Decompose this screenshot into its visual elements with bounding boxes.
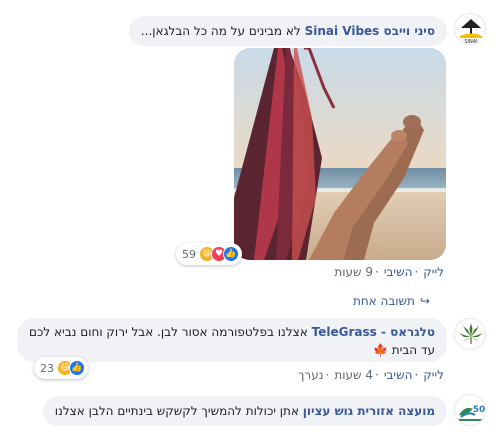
gush-etzion-50-logo: 50 [455,395,486,425]
comment-author[interactable]: טלגראס - TeleGrass [312,325,435,339]
comment-actions: לייק·השיבי·9 שעות [332,265,444,279]
reply-link[interactable]: השיבי [384,265,413,279]
separator-dot: · [414,368,419,382]
separator-dot: · [374,368,379,382]
cannabis-leaf-icon [455,319,485,349]
maple-leaf-emoji: 🍁 [372,343,388,357]
avatar-telegrass[interactable] [454,318,486,350]
comment-bubble-gush-etzion: מועצה אזורית גוש עציון אתן יכולות להמשיך… [42,396,447,426]
svg-text:SINAI: SINAI [464,39,477,45]
edited-label[interactable]: נערך [298,368,324,382]
reactions-count: 23 [40,361,54,375]
reactions-summary[interactable]: 23 😆 👍 [34,357,88,379]
view-replies-link[interactable]: ↪ תשובה אחת [353,294,430,308]
hammock-beach-photo [234,48,446,260]
comment-bubble-telegrass: טלגראס - TeleGrass אצלנו בפלטפורמה אסור … [17,318,447,362]
like-link[interactable]: לייק [423,368,444,382]
reactions-count: 59 [182,247,196,261]
timestamp[interactable]: 9 שעות [334,265,373,279]
comment-bubble-sinai: סיני וייבס Sinai Vibes לא מבינים על מה כ… [128,16,447,46]
separator-dot: · [325,368,330,382]
comment-photo[interactable] [234,48,446,260]
comment-author[interactable]: מועצה אזורית גוש עציון [303,404,435,418]
avatar-sinai-vibes[interactable]: SINAI [454,13,486,45]
sinai-vibes-logo: SINAI [455,14,485,45]
comment-text: לא מבינים על מה כל הבלגאן... [140,24,301,38]
comment-text-line2: עד הבית [391,343,435,357]
separator-dot: · [374,265,379,279]
like-reaction-icon: 👍 [223,246,239,262]
like-reaction-icon: 👍 [69,360,85,376]
like-link[interactable]: לייק [423,265,444,279]
comment-text: אצלנו בפלטפורמה אסור לבן. אבל ירוק וחום … [29,325,308,339]
reply-arrow-icon: ↪ [419,294,430,308]
separator-dot: · [414,265,419,279]
reply-link[interactable]: השיבי [384,368,413,382]
svg-text:50: 50 [473,405,486,415]
view-replies-label: תשובה אחת [352,294,415,308]
comment-text: אתן יכולות להמשיך לקשקש בינתיים הלבן אצל… [54,404,299,418]
timestamp[interactable]: 4 שעות [334,368,373,382]
comment-author[interactable]: סיני וייבס Sinai Vibes [305,24,435,38]
comment-actions: לייק·השיבי·4 שעות·נערך [296,368,444,382]
avatar-gush-etzion[interactable]: 50 [454,394,486,426]
reactions-summary[interactable]: 59 😆 ♥ 👍 [176,243,242,265]
